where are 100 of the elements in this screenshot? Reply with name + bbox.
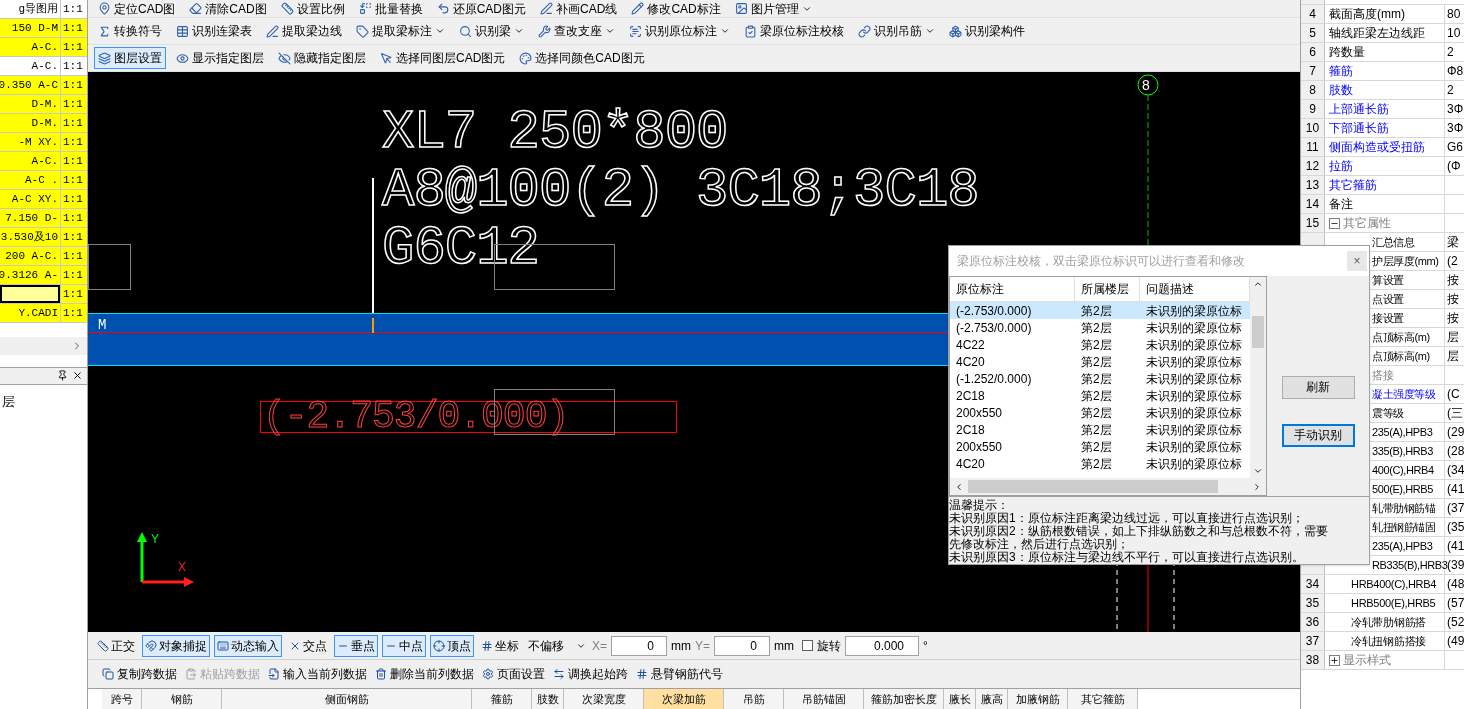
issue-row[interactable]: 4C20 第2层 未识别的梁原位标 bbox=[950, 352, 1250, 370]
toolbar-button[interactable]: 删除当前列数据 bbox=[375, 665, 474, 683]
table-cell: 1:1 bbox=[60, 304, 87, 322]
table-cell[interactable]: 7.150 D- bbox=[0, 209, 60, 227]
toolbar-button[interactable]: 梁原位标注校核 bbox=[740, 20, 848, 42]
snap-toggle[interactable]: 动态输入 bbox=[214, 634, 282, 657]
table-cell-text: 未识别的梁原位标 bbox=[1145, 421, 1243, 438]
layer-item[interactable]: 层 bbox=[2, 393, 15, 409]
issue-row[interactable]: 200x550 第2层 未识别的梁原位标 bbox=[950, 437, 1250, 455]
issue-row[interactable]: 4C20 第2层 未识别的梁原位标 bbox=[950, 454, 1250, 472]
toolbar-button[interactable]: 图层设置 bbox=[94, 47, 166, 69]
toolbar-button[interactable]: 还原CAD图元 bbox=[432, 0, 531, 20]
snap-toggle[interactable]: 坐标 bbox=[478, 634, 522, 657]
scroll-thumb[interactable] bbox=[1252, 316, 1264, 349]
table-cell[interactable] bbox=[0, 285, 60, 303]
column-header[interactable]: 所属楼层 bbox=[1075, 276, 1140, 301]
property-link[interactable]: 下部通长筋 bbox=[1329, 119, 1389, 137]
toolbar-button[interactable]: 提取梁边线 bbox=[262, 20, 346, 42]
issue-row[interactable]: (-2.753/0.000) 第2层 未识别的梁原位标 bbox=[950, 318, 1250, 336]
issue-row[interactable]: 2C18 第2层 未识别的梁原位标 bbox=[950, 420, 1250, 438]
toolbar-button[interactable]: 选择同颜色CAD图元 bbox=[515, 47, 649, 69]
toolbar-button[interactable]: 调换起始跨 bbox=[553, 665, 628, 683]
table-cell[interactable]: A-C . bbox=[0, 171, 60, 189]
toolbar-button[interactable]: 提取梁标注 bbox=[352, 20, 449, 42]
toolbar-button[interactable]: 识别梁构件 bbox=[945, 20, 1029, 42]
horizontal-scrollbar[interactable] bbox=[950, 478, 1266, 495]
x-input[interactable]: 0 bbox=[611, 635, 667, 656]
property-link[interactable]: 凝土强度等级 bbox=[1372, 385, 1436, 403]
toolbar-button[interactable]: 识别连梁表 bbox=[172, 20, 256, 42]
toolbar-button[interactable]: 输入当前列数据 bbox=[268, 665, 367, 683]
table-cell[interactable]: D-M. bbox=[0, 114, 60, 132]
snap-toggle[interactable]: 对象捕捉 bbox=[142, 634, 210, 657]
angle-input[interactable]: 0.000 bbox=[845, 635, 920, 656]
toolbar-button[interactable]: 显示指定图层 bbox=[172, 47, 268, 69]
property-link[interactable]: 肢数 bbox=[1329, 81, 1353, 99]
table-cell[interactable]: 0.350 A-C bbox=[0, 76, 60, 94]
snap-toggle[interactable]: 垂点 bbox=[334, 634, 378, 657]
table-cell[interactable]: Y.CADI bbox=[0, 304, 60, 322]
table-cell-text: 未识别的梁原位标 bbox=[1145, 336, 1243, 353]
expand-icon[interactable] bbox=[1329, 654, 1340, 666]
toolbar-button[interactable]: 修改CAD标注 bbox=[627, 0, 725, 20]
toolbar-button[interactable]: 补画CAD线 bbox=[536, 0, 622, 20]
table-cell[interactable]: -M XY. bbox=[0, 133, 60, 151]
scroll-down-icon[interactable] bbox=[1253, 466, 1263, 476]
vertical-scrollbar[interactable] bbox=[1250, 276, 1266, 478]
table-cell[interactable]: 0.3126 A- bbox=[0, 266, 60, 284]
toolbar-button[interactable]: 复制跨数据 bbox=[102, 665, 177, 683]
pin-icon[interactable] bbox=[57, 370, 68, 382]
rotate-checkbox[interactable] bbox=[802, 640, 814, 651]
snap-toggle[interactable]: 顶点 bbox=[430, 634, 474, 657]
collapse-icon[interactable] bbox=[1329, 217, 1340, 229]
property-link[interactable]: 上部通长筋 bbox=[1329, 100, 1389, 118]
table-cell[interactable]: A-C. bbox=[0, 38, 60, 56]
table-cell[interactable]: D-M. bbox=[0, 95, 60, 113]
table-cell[interactable]: 200 A-C. bbox=[0, 247, 60, 265]
toolbar-button[interactable]: 隐藏指定图层 bbox=[274, 47, 370, 69]
dialog-button[interactable]: 手动识别 bbox=[1281, 423, 1355, 447]
toolbar-button[interactable]: 悬臂钢筋代号 bbox=[636, 665, 723, 683]
table-cell-text: 200x550 bbox=[955, 404, 1004, 421]
snap-toggle[interactable]: 正交 bbox=[94, 634, 138, 657]
snap-toggle[interactable]: 中点 bbox=[382, 634, 426, 657]
y-input[interactable]: 0 bbox=[714, 635, 771, 656]
toolbar-button[interactable]: 转换符号 bbox=[94, 20, 166, 42]
toolbar-button[interactable]: 设置比例 bbox=[276, 0, 349, 20]
table-cell[interactable]: A-C. bbox=[0, 152, 60, 170]
toolbar-button[interactable]: 识别吊筋 bbox=[854, 20, 939, 42]
property-link[interactable]: 侧面构造或受扭筋 bbox=[1329, 138, 1425, 156]
table-cell: 1:1 bbox=[60, 38, 87, 56]
horizontal-scrollbar[interactable] bbox=[0, 337, 87, 355]
issue-row[interactable]: 4C22 第2层 未识别的梁原位标 bbox=[950, 335, 1250, 353]
toolbar-button[interactable]: 识别原位标注 bbox=[625, 20, 734, 42]
table-cell[interactable]: 150 D-M bbox=[0, 19, 60, 37]
issue-row[interactable]: (-1.252/0.000) 第2层 未识别的梁原位标 bbox=[950, 369, 1250, 387]
toolbar-button[interactable]: 图片管理 bbox=[730, 0, 816, 20]
row-header: 4 bbox=[1301, 5, 1325, 23]
issue-row[interactable]: 2C18 第2层 未识别的梁原位标 bbox=[950, 386, 1250, 404]
snap-toggle[interactable]: 交点 bbox=[286, 634, 330, 657]
issue-row[interactable]: 200x550 第2层 未识别的梁原位标 bbox=[950, 403, 1250, 421]
dialog-button[interactable]: 刷新 bbox=[1281, 375, 1355, 399]
offset-dropdown[interactable]: 不偏移 bbox=[526, 634, 588, 657]
property-link[interactable]: 其它箍筋 bbox=[1329, 176, 1377, 194]
close-button[interactable]: × bbox=[1347, 250, 1367, 271]
scroll-right-icon[interactable] bbox=[1252, 481, 1262, 492]
toolbar-button[interactable]: 批量替换 bbox=[354, 0, 427, 20]
column-header: 箍筋加密长度 bbox=[864, 689, 944, 709]
toolbar-button[interactable]: 页面设置 bbox=[482, 665, 545, 683]
toolbar-button[interactable]: 选择同图层CAD图元 bbox=[376, 47, 510, 69]
toolbar-button[interactable]: 定位CAD图 bbox=[94, 0, 180, 20]
scroll-thumb[interactable] bbox=[968, 480, 1218, 493]
toolbar-button[interactable]: 查改支座 bbox=[534, 20, 619, 42]
table-cell[interactable]: 3.530及10 bbox=[0, 228, 60, 246]
column-header[interactable]: 原位标注 bbox=[950, 276, 1075, 301]
property-link[interactable]: 拉筋 bbox=[1329, 157, 1353, 175]
close-icon[interactable] bbox=[72, 370, 83, 382]
table-cell[interactable]: A-C XY. bbox=[0, 190, 60, 208]
toolbar-button[interactable]: 识别梁 bbox=[455, 20, 528, 42]
property-link[interactable]: 箍筋 bbox=[1329, 62, 1353, 80]
cad-text: XL7 250*800 bbox=[382, 106, 728, 160]
toolbar-button[interactable]: 清除CAD图 bbox=[185, 0, 271, 20]
scroll-left-icon[interactable] bbox=[954, 481, 964, 492]
